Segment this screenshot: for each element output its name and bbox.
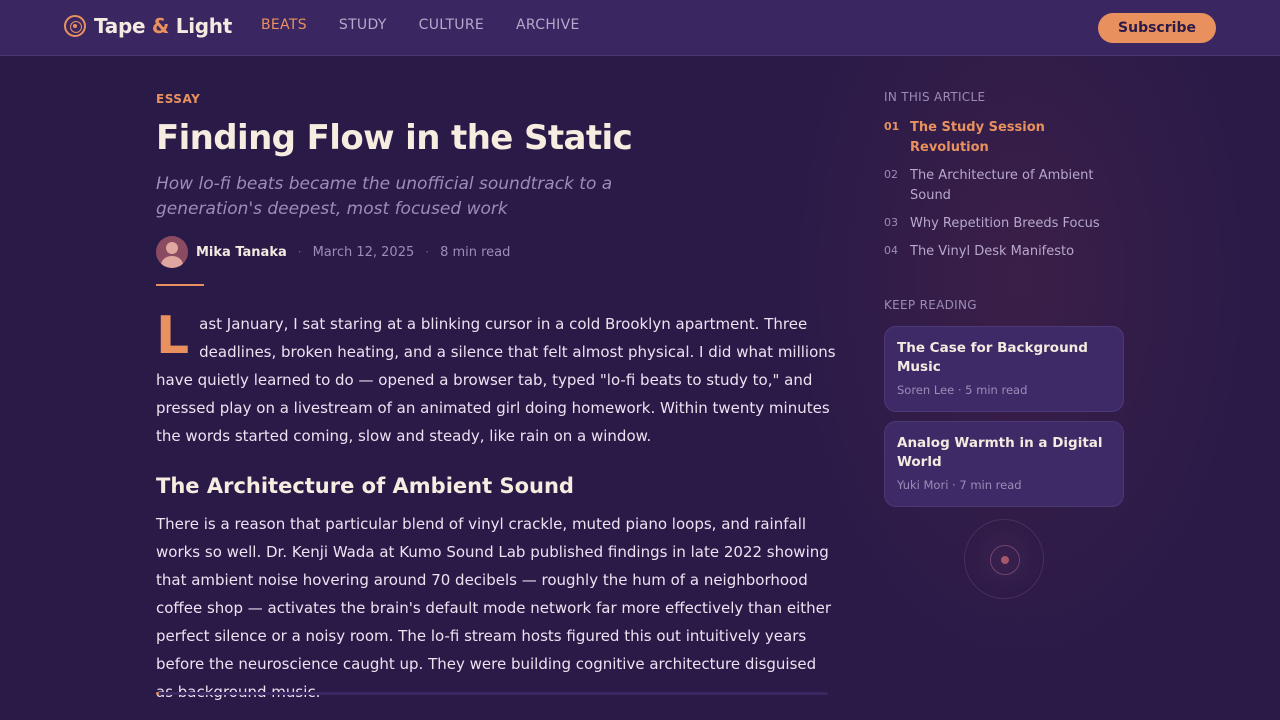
nav-item-beats[interactable]: BEATS: [261, 17, 307, 33]
toc-title: Why Repetition Breeds Focus: [910, 216, 1100, 231]
intro-text: ast January, I sat staring at a blinking…: [156, 315, 836, 445]
reading-progress-fill: [156, 692, 160, 695]
toc-item[interactable]: 03 Why Repetition Breeds Focus: [884, 214, 1124, 234]
table-of-contents: 01 The Study Session Revolution 02 The A…: [884, 118, 1124, 262]
toc-number: 01: [884, 120, 900, 133]
article-subtitle: How lo-fi beats became the unofficial so…: [156, 174, 613, 219]
related-article-meta: Soren Lee · 5 min read: [897, 383, 1028, 397]
article-intro-paragraph: Last January, I sat staring at a blinkin…: [156, 310, 836, 450]
article-title: Finding Flow in the Static: [156, 118, 633, 158]
top-navigation-bar: Tape & Light BEATS STUDY CULTURE ARCHIVE…: [0, 0, 1280, 56]
site-name: Tape & Light: [94, 14, 232, 38]
toc-label: IN THIS ARTICLE: [884, 90, 986, 104]
read-time: 8 min read: [440, 244, 511, 260]
title-divider: [156, 284, 204, 286]
author-avatar[interactable]: [156, 236, 188, 268]
drop-cap: L: [156, 306, 190, 366]
toc-title: The Study Session Revolution: [910, 120, 1045, 155]
article-byline: Mika Tanaka · March 12, 2025 · 8 min rea…: [156, 236, 836, 268]
toc-title: The Architecture of Ambient Sound: [910, 168, 1094, 203]
toc-item[interactable]: 02 The Architecture of Ambient Sound: [884, 166, 1124, 206]
toc-number: 04: [884, 244, 898, 257]
article: ESSAY Finding Flow in the Static How lo-…: [156, 92, 836, 706]
site-logo[interactable]: Tape & Light: [64, 14, 232, 38]
related-article-card[interactable]: The Case for Background Music Soren Lee …: [884, 326, 1124, 412]
toc-number: 02: [884, 168, 898, 181]
toc-item[interactable]: 04 The Vinyl Desk Manifesto: [884, 242, 1124, 262]
nav-item-archive[interactable]: ARCHIVE: [516, 17, 580, 33]
main-nav: BEATS STUDY CULTURE ARCHIVE: [261, 17, 612, 33]
keep-reading-label: KEEP READING: [884, 298, 977, 312]
toc-title: The Vinyl Desk Manifesto: [910, 244, 1075, 259]
toc-number: 03: [884, 216, 898, 229]
nav-item-culture[interactable]: CULTURE: [419, 17, 484, 33]
meta-separator: ·: [297, 245, 302, 259]
toc-item[interactable]: 01 The Study Session Revolution: [884, 118, 1124, 158]
meta-separator: ·: [425, 245, 430, 259]
article-category[interactable]: ESSAY: [156, 92, 836, 106]
vinyl-label: [1001, 556, 1009, 564]
related-article-title: Analog Warmth in a Digital World: [897, 435, 1103, 470]
subscribe-button[interactable]: Subscribe: [1098, 13, 1216, 43]
vinyl-record-icon: [964, 519, 1044, 599]
publish-date: March 12, 2025: [312, 244, 415, 260]
reading-progress-bar: [156, 692, 828, 695]
vinyl-record-icon: [64, 15, 86, 37]
related-article-meta: Yuki Mori · 7 min read: [897, 478, 1022, 492]
section-heading: The Architecture of Ambient Sound: [156, 474, 574, 498]
author-name[interactable]: Mika Tanaka: [196, 245, 287, 260]
sidebar: IN THIS ARTICLE 01 The Study Session Rev…: [884, 90, 1124, 507]
nav-item-study[interactable]: STUDY: [339, 17, 387, 33]
related-article-title: The Case for Background Music: [897, 340, 1088, 375]
related-article-card[interactable]: Analog Warmth in a Digital World Yuki Mo…: [884, 421, 1124, 507]
article-paragraph: There is a reason that particular blend …: [156, 515, 832, 701]
